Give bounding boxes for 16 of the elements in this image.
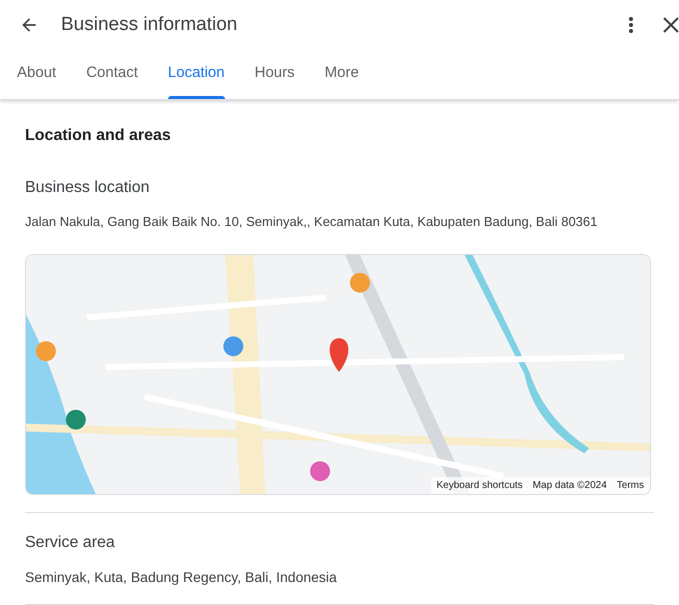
tab[interactable]: Location (152, 48, 240, 98)
keyboard-shortcuts-link[interactable]: Keyboard shortcuts (436, 478, 523, 493)
terms-link[interactable]: Terms (616, 478, 644, 493)
close-icon (663, 16, 679, 33)
tab[interactable]: About (2, 48, 72, 98)
tab[interactable]: More (310, 48, 374, 98)
section-title: Location and areas (25, 126, 172, 146)
tab[interactable]: Contact (71, 48, 153, 98)
field-label: Service area (25, 533, 116, 553)
address-text: Jalan Nakula, Gang Baik Baik No. 10, Seminyak,, Kecamatan Kuta, Kabupaten Badung, Bali 80361 (25, 212, 598, 231)
window-title: Business information (61, 12, 238, 37)
service-area-text: Seminyak, Kuta, Badung Regency, Bali, Indonesia (25, 568, 338, 587)
tab[interactable]: Hours (240, 48, 310, 98)
field-label: Business location (25, 178, 151, 198)
map-data-text: Map data ©2024 (532, 479, 607, 493)
more-options-icon (628, 16, 634, 34)
